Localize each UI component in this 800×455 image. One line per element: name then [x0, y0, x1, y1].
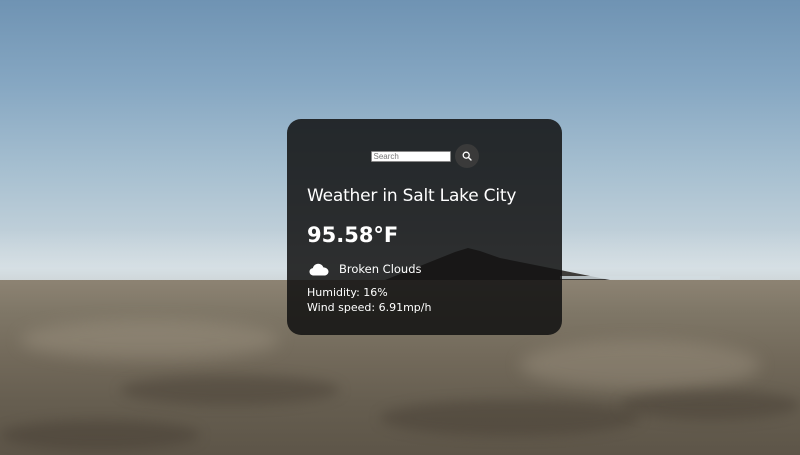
search-bar	[287, 143, 562, 169]
search-button[interactable]	[454, 144, 479, 168]
background-water	[560, 276, 720, 279]
cloud-icon	[309, 263, 329, 275]
search-icon	[462, 151, 472, 161]
page: Weather in Salt Lake City 95.58°F Broken…	[0, 0, 800, 455]
temperature: 95.58°F	[307, 223, 399, 247]
condition-row: Broken Clouds	[309, 262, 422, 276]
search-input[interactable]	[370, 150, 451, 162]
humidity-text: Humidity: 16%	[307, 286, 388, 299]
wind-speed-text: Wind speed: 6.91mp/h	[307, 301, 432, 314]
condition-description: Broken Clouds	[339, 262, 422, 276]
city-title: Weather in Salt Lake City	[307, 186, 517, 206]
weather-card: Weather in Salt Lake City 95.58°F Broken…	[287, 119, 562, 335]
